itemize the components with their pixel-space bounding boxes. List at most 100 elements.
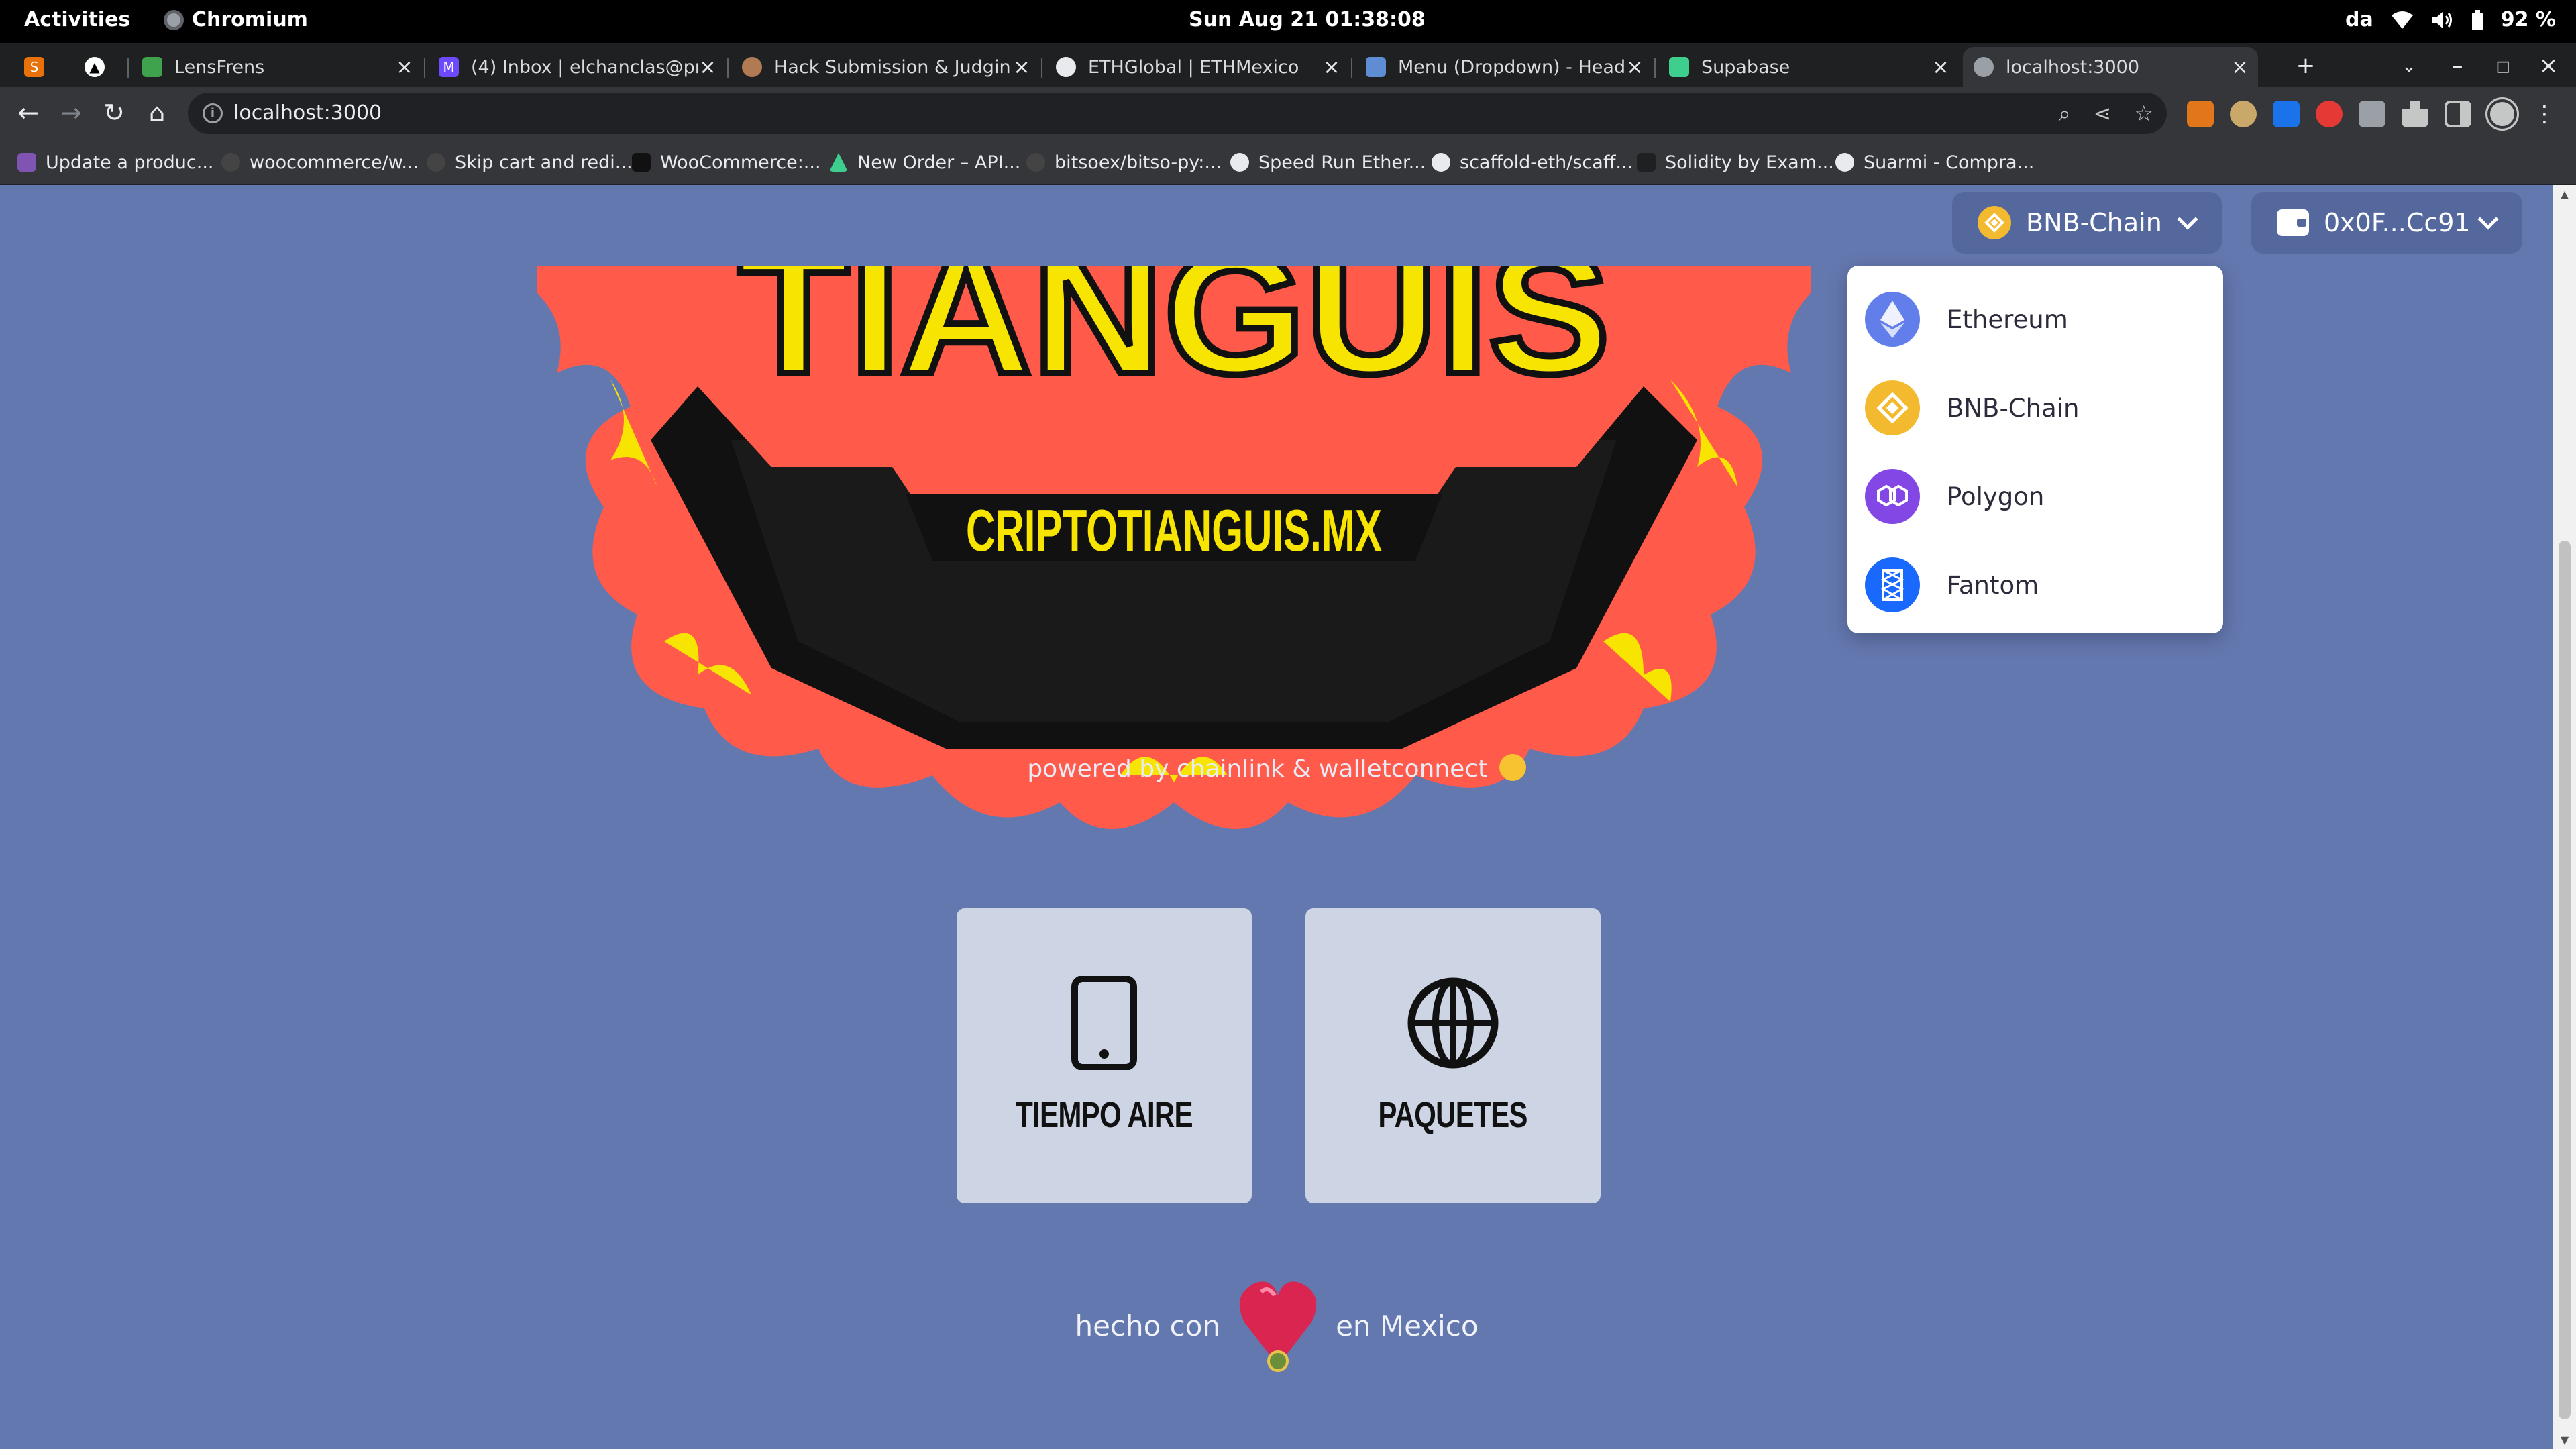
triangle-icon: ▲	[85, 57, 105, 77]
kebab-menu-icon[interactable]: ⋮	[2533, 101, 2556, 127]
tab-localhost[interactable]: localhost:3000 ×	[1963, 47, 2258, 87]
activities-button[interactable]: Activities	[24, 8, 130, 32]
scroll-down-arrow-icon[interactable]: ▼	[2559, 1434, 2571, 1446]
bookmark-item[interactable]: Skip cart and redi...	[427, 148, 633, 177]
bookmark-item[interactable]: Speed Run Ether...	[1230, 148, 1426, 177]
sublime-icon: S	[24, 57, 44, 77]
logo-domain: CRIPTOTIANGUIS.MX	[966, 497, 1382, 564]
close-icon[interactable]: ×	[2230, 56, 2250, 79]
globe-icon	[1407, 977, 1499, 1069]
system-top-bar: Activities Chromium Sun Aug 21 01:38:08 …	[0, 0, 2576, 43]
extension-badge-icon[interactable]	[2359, 101, 2385, 127]
system-tray[interactable]: da 92 %	[2345, 8, 2556, 32]
maximize-button[interactable]: ◻	[2486, 56, 2520, 76]
scrollbar-thumb[interactable]	[2559, 541, 2571, 1419]
scroll-up-arrow-icon[interactable]: ▲	[2559, 188, 2571, 201]
ethglobal-icon	[1056, 57, 1076, 77]
network-dropdown-menu: Ethereum BNB-Chain Polygon Fantom	[1847, 266, 2223, 633]
puzzle-extensions-icon[interactable]	[2402, 101, 2428, 127]
back-icon[interactable]: ←	[11, 95, 46, 130]
address-bar[interactable]: i localhost:3000 ⌕ ⋖ ☆	[188, 93, 2167, 134]
close-icon[interactable]: ×	[394, 56, 415, 79]
page-scrollbar[interactable]: ▲ ▼	[2553, 185, 2576, 1449]
paquetes-card[interactable]: PAQUETES	[1305, 908, 1601, 1203]
globe-icon	[1974, 57, 1994, 77]
bookmark-item[interactable]: scaffold-eth/scaff...	[1432, 148, 1633, 177]
card-label: PAQUETES	[1378, 1095, 1528, 1135]
bnb-icon	[1978, 206, 2011, 239]
new-tab-button[interactable]: +	[2289, 52, 2322, 79]
profile-avatar[interactable]	[2485, 97, 2519, 131]
powered-by-text: powered by chainlink & walletconnect	[0, 754, 2553, 783]
solidity-icon	[1637, 153, 1656, 172]
footer: hecho con en Mexico	[0, 1272, 2553, 1379]
globe-icon	[1835, 153, 1854, 172]
bookmark-item[interactable]: Update a produc...	[17, 148, 214, 177]
heart-icon	[1239, 1281, 1317, 1372]
extensions-area: ⋮	[2187, 97, 2556, 131]
headless-ui-icon	[1366, 57, 1386, 77]
bookmark-item[interactable]: WooCommerce:...	[632, 148, 821, 177]
bookmarks-bar: Update a produc... woocommerce/w... Skip…	[0, 140, 2576, 185]
side-panel-icon[interactable]	[2445, 101, 2471, 127]
extension-s-icon[interactable]	[2273, 101, 2300, 127]
bookmark-star-icon[interactable]: ☆	[2134, 101, 2153, 127]
close-icon[interactable]: ×	[698, 56, 718, 79]
tiempo-aire-card[interactable]: TIEMPO AIRE	[957, 908, 1252, 1203]
globe-icon	[1432, 153, 1450, 172]
wallet-account-button[interactable]: 0x0F...Cc91	[2251, 192, 2522, 254]
tab-hack-submission[interactable]: Hack Submission & Judging ×	[731, 47, 1040, 87]
pinned-tab-arrow[interactable]: ▲	[74, 47, 127, 87]
zoom-icon[interactable]: ⌕	[2059, 101, 2071, 127]
bookmark-item[interactable]: woocommerce/w...	[221, 148, 419, 177]
supabase-icon	[1669, 57, 1689, 77]
bookmark-item[interactable]: Solidity by Exam...	[1637, 148, 1834, 177]
keyboard-layout[interactable]: da	[2345, 8, 2373, 32]
browser-toolbar: ← → ↻ ⌂ i localhost:3000 ⌕ ⋖ ☆ ⋮	[0, 87, 2576, 140]
wallet-icon	[2277, 209, 2309, 236]
tab-supabase[interactable]: Supabase ×	[1658, 47, 1959, 87]
forward-icon[interactable]: →	[54, 95, 89, 130]
tab-ethglobal[interactable]: ETHGlobal | ETHMexico ×	[1045, 47, 1350, 87]
metamask-icon[interactable]	[2187, 101, 2214, 127]
extension-red-icon[interactable]	[2316, 101, 2343, 127]
globe-icon	[1230, 153, 1249, 172]
battery-percent: 92 %	[2500, 8, 2556, 32]
close-icon[interactable]: ×	[1012, 56, 1032, 79]
ethereum-icon	[1865, 292, 1920, 347]
close-icon[interactable]: ×	[1322, 56, 1342, 79]
minimize-button[interactable]: –	[2440, 52, 2474, 79]
network-select-button[interactable]: BNB-Chain	[1952, 192, 2222, 254]
clock[interactable]: Sun Aug 21 01:38:08	[1189, 8, 1426, 32]
menu-item-ethereum[interactable]: Ethereum	[1847, 275, 2223, 364]
menu-item-bnb-chain[interactable]: BNB-Chain	[1847, 364, 2223, 452]
tab-headless-menu[interactable]: Menu (Dropdown) - Headless ×	[1355, 47, 1653, 87]
close-window-button[interactable]: ×	[2532, 52, 2565, 79]
footer-text-after: en Mexico	[1336, 1309, 1479, 1342]
card-label: TIEMPO AIRE	[1016, 1095, 1193, 1135]
address-url[interactable]: localhost:3000	[233, 101, 382, 125]
woo-icon	[632, 153, 651, 172]
extension-coin-icon[interactable]	[2230, 101, 2257, 127]
app-menu[interactable]: Chromium	[164, 8, 308, 32]
pinned-tab-sublime[interactable]: S	[13, 47, 80, 87]
close-icon[interactable]: ×	[1625, 56, 1645, 79]
page-viewport: TIANGUIS CRIPTOTIANGUIS.MX powered by ch…	[0, 185, 2576, 1449]
mountain-icon	[829, 153, 848, 172]
home-icon[interactable]: ⌂	[140, 95, 174, 130]
tab-lensfrens[interactable]: LensFrens ×	[131, 47, 423, 87]
menu-item-fantom[interactable]: Fantom	[1847, 541, 2223, 629]
tab-search-chevron-icon[interactable]: ⌄	[2392, 56, 2426, 76]
tab-inbox[interactable]: M (4) Inbox | elchanclas@proton ×	[428, 47, 726, 87]
volume-icon	[2432, 11, 2452, 28]
bookmark-item[interactable]: bitsoex/bitso-py:...	[1026, 148, 1222, 177]
reload-icon[interactable]: ↻	[97, 95, 131, 130]
menu-item-polygon[interactable]: Polygon	[1847, 452, 2223, 541]
bookmark-item[interactable]: Suarmi - Compra...	[1835, 148, 2034, 177]
site-info-icon[interactable]: i	[203, 103, 223, 123]
github-icon	[427, 153, 445, 172]
share-icon[interactable]: ⋖	[2094, 101, 2112, 127]
bookmark-item[interactable]: New Order – API...	[829, 148, 1020, 177]
criptotianguis-logo: TIANGUIS CRIPTOTIANGUIS.MX	[537, 266, 1811, 829]
close-icon[interactable]: ×	[1931, 56, 1951, 79]
